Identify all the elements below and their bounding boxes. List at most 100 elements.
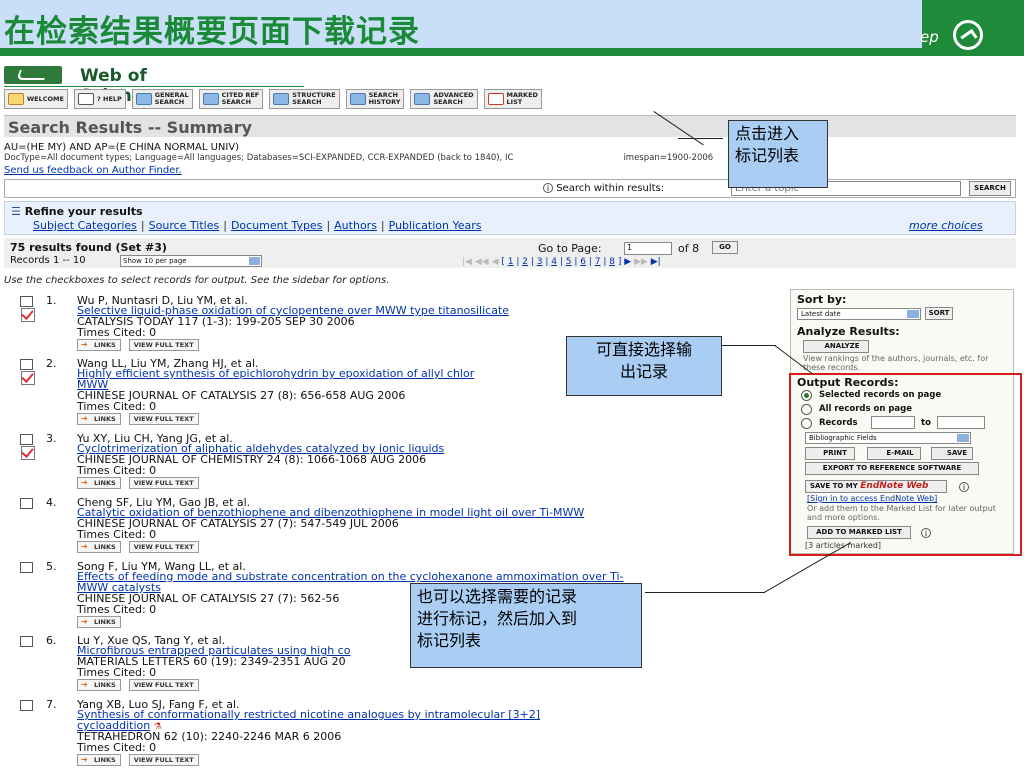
view-full-text-button[interactable]: VIEW FULL TEXT — [128, 477, 199, 489]
page-link[interactable]: 1 — [508, 257, 514, 267]
next-icon[interactable]: ▶▶ — [634, 257, 648, 267]
advanced-icon — [414, 93, 431, 105]
view-full-text-button[interactable]: VIEW FULL TEXT — [128, 679, 199, 691]
history-icon — [349, 93, 366, 105]
toolbar-button-5[interactable]: SEARCH HISTORY — [345, 89, 405, 109]
record-checkbox[interactable] — [20, 636, 33, 647]
record-times-cited: Times Cited: 0 — [77, 400, 157, 413]
page-link[interactable]: 6 — [580, 257, 586, 267]
go-button[interactable]: GO — [712, 241, 738, 254]
pagination: |◀ ◀◀ ◀ [ 1 | 2 | 3 | 4 | 5 | 6 | 7 | 8 … — [462, 257, 661, 267]
info-icon: i — [543, 183, 553, 193]
separator: | — [326, 219, 331, 232]
record-times-cited: Times Cited: 0 — [77, 464, 157, 477]
refine-link[interactable]: Document Types — [231, 219, 322, 232]
refine-link[interactable]: Subject Categories — [33, 219, 137, 232]
callout2-line — [720, 345, 776, 346]
cited-ref-icon — [202, 93, 219, 105]
record-checkbox[interactable] — [20, 434, 33, 445]
links-button[interactable]: LINKS — [77, 339, 121, 351]
page-link[interactable]: 5 — [566, 257, 572, 267]
next-page-icon[interactable]: ▶ — [624, 257, 631, 267]
links-button[interactable]: LINKS — [77, 754, 121, 766]
toolbar-button-0[interactable]: WELCOME — [4, 89, 68, 109]
page-count: of 8 — [678, 242, 700, 255]
slide-banner: 在检索结果概要页面下载记录 ep — [0, 0, 1024, 56]
toolbar-button-3[interactable]: CITED REF SEARCH — [198, 89, 264, 109]
toolbar-button-7[interactable]: MARKED LIST — [483, 89, 542, 109]
sort-button[interactable]: SORT — [925, 307, 953, 320]
page-link[interactable]: 3 — [537, 257, 543, 267]
view-full-text-button[interactable]: VIEW FULL TEXT — [128, 413, 199, 425]
prev-icon[interactable]: ◀◀ — [475, 257, 489, 267]
sort-select[interactable]: Latest date — [797, 308, 921, 320]
step-label: ep — [920, 28, 939, 46]
per-page-select[interactable]: Show 10 per page — [120, 255, 262, 267]
results-bar: 75 results found (Set #3) Records 1 -- 1… — [4, 238, 1016, 268]
feedback-link[interactable]: Send us feedback on Author Finder. — [4, 165, 182, 176]
callout-mark-records: 也可以选择需要的记录 进行标记，然后加入到 标记列表 — [410, 583, 642, 668]
record-number: 1. — [46, 294, 57, 307]
links-button[interactable]: LINKS — [77, 616, 121, 628]
more-choices-link[interactable]: more choices — [909, 219, 983, 232]
toolbar-label: SEARCH HISTORY — [368, 91, 401, 106]
view-full-text-button[interactable]: VIEW FULL TEXT — [128, 541, 199, 553]
analyze-button[interactable]: ANALYZE — [803, 340, 869, 353]
toolbar-button-1[interactable]: ? HELP — [73, 89, 126, 109]
checked-mark-icon[interactable] — [21, 446, 35, 460]
page-link[interactable]: 4 — [551, 257, 557, 267]
view-full-text-button[interactable]: VIEW FULL TEXT — [128, 754, 199, 766]
checked-mark-icon[interactable] — [21, 308, 35, 322]
search-button[interactable]: SEARCH — [969, 181, 1011, 196]
toolbar-label: GENERAL SEARCH — [154, 91, 189, 106]
checked-mark-icon[interactable] — [21, 371, 35, 385]
last-page-icon[interactable]: ▶| — [651, 257, 661, 267]
record-checkbox[interactable] — [20, 498, 33, 509]
filter-icon: ☰ — [11, 205, 21, 218]
links-button[interactable]: LINKS — [77, 679, 121, 691]
record-number: 2. — [46, 357, 57, 370]
analyze-description: View rankings of the authors, journals, … — [803, 354, 989, 372]
links-button[interactable]: LINKS — [77, 541, 121, 553]
view-full-text-button[interactable]: VIEW FULL TEXT — [128, 339, 199, 351]
toolbar-label: WELCOME — [27, 94, 64, 103]
toolbar-button-4[interactable]: STRUCTURE SEARCH — [269, 89, 340, 109]
page-link[interactable]: 2 — [522, 257, 528, 267]
query-meta: DocType=All document types; Language=All… — [4, 153, 714, 163]
first-page-icon[interactable]: |◀ — [462, 257, 472, 267]
toolbar-label: MARKED LIST — [506, 91, 538, 106]
record-times-cited: Times Cited: 0 — [77, 326, 157, 339]
structure-icon — [273, 93, 290, 105]
refine-panel: ☰ Refine your results Subject Categories… — [4, 201, 1016, 235]
prev-page-icon[interactable]: ◀ — [492, 257, 499, 267]
record-times-cited: Times Cited: 0 — [77, 603, 157, 616]
search-within-label: i Search within results: — [543, 183, 664, 194]
general-search-icon — [135, 93, 152, 105]
callout1-line-2 — [678, 138, 723, 139]
refine-link[interactable]: Publication Years — [389, 219, 482, 232]
search-within-bar: i Search within results: SEARCH — [4, 179, 1016, 198]
wos-header: Web of Science® — [4, 66, 234, 106]
refine-link[interactable]: Source Titles — [149, 219, 220, 232]
record-checkbox[interactable] — [20, 700, 33, 711]
toolbar-button-6[interactable]: ADVANCED SEARCH — [410, 89, 478, 109]
records-range: Records 1 -- 10 — [10, 255, 86, 266]
record-checkbox[interactable] — [20, 562, 33, 573]
record-number: 3. — [46, 432, 57, 445]
page-link[interactable]: 7 — [595, 257, 601, 267]
output-records-highlight — [789, 373, 1022, 556]
record-checkbox[interactable] — [20, 296, 33, 307]
refine-link[interactable]: Authors — [334, 219, 377, 232]
links-button[interactable]: LINKS — [77, 413, 121, 425]
toolbar-label: CITED REF SEARCH — [221, 91, 260, 106]
toolbar-button-2[interactable]: GENERAL SEARCH — [131, 89, 193, 109]
links-button[interactable]: LINKS — [77, 477, 121, 489]
record-number: 6. — [46, 634, 57, 647]
toolbar-label: STRUCTURE SEARCH — [292, 91, 336, 106]
page-link[interactable]: 8 — [609, 257, 615, 267]
page-input[interactable]: 1 — [624, 242, 672, 255]
separator: | — [380, 219, 385, 232]
marked-list-icon — [487, 93, 504, 105]
record-checkbox[interactable] — [20, 359, 33, 370]
record-title-link[interactable]: Highly efficient synthesis of epichloroh… — [77, 367, 474, 380]
